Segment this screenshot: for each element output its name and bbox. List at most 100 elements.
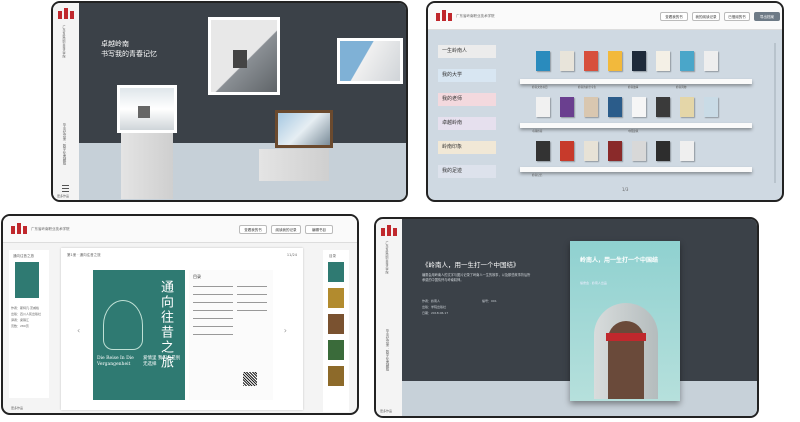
book-cover[interactable] (536, 97, 550, 117)
book-cover[interactable] (584, 51, 598, 71)
qr-code-icon (243, 372, 257, 386)
toc-page: 目录 (189, 270, 273, 400)
book-cover[interactable] (632, 141, 646, 161)
school-logo (436, 10, 452, 21)
page-thumbnail[interactable] (328, 262, 344, 282)
exhibit-sidebar: 广东省岭南职业技术学院 毕业纪念册 · 数字化典藏版 更多作品 (376, 219, 403, 416)
book-cover[interactable] (608, 51, 622, 71)
book-cover[interactable] (632, 97, 646, 117)
book-cover[interactable] (680, 97, 694, 117)
book-cover[interactable] (608, 141, 622, 161)
header-text: 广东省岭南职业技术学院 (456, 14, 495, 18)
page-thumbnail[interactable] (328, 366, 344, 386)
page-thumbnail[interactable] (328, 288, 344, 308)
book-caption: 岭南的前世今生 (578, 86, 597, 89)
book-cover[interactable] (536, 141, 550, 161)
meta-line: 日期：2018.06.17 (422, 311, 449, 315)
reading-area: 第1册 · 通向往昔之旅 11/24 ‹ › 通向往昔之旅 Die Reise … (61, 248, 303, 410)
book-info-column: 通向往昔之旅 作者：斯特凡·茨威格 出版：四川人民出版社 译者：梁锡江 页数：2… (9, 250, 49, 398)
page-number: 11/24 (286, 253, 297, 257)
page-thumbnail[interactable] (328, 314, 344, 334)
right-label: 目录 (329, 254, 336, 258)
book-caption: 中国建筑 (628, 130, 639, 133)
borrowed-books-button[interactable]: 已借阅的书 (724, 12, 750, 21)
shelf-1 (520, 79, 752, 84)
school-logo (11, 223, 27, 234)
gallery-panel: 广东省岭南职业技术学院 毕业纪念册 · 数字化典藏版 更多作品 卓越岭南 书写我… (51, 1, 408, 202)
book-cover[interactable] (584, 97, 598, 117)
reading-record-button[interactable]: 阅读我的记录 (271, 225, 301, 234)
menu-icon[interactable] (62, 185, 69, 192)
school-logo (58, 8, 74, 19)
book-cover[interactable] (680, 51, 694, 71)
title-line-2: 书写我的青春记忆 (101, 50, 157, 58)
book-cover[interactable] (704, 97, 718, 117)
info-line: 页数：280页 (11, 324, 29, 328)
book-cover[interactable] (560, 141, 574, 161)
pager[interactable]: 1/3 (622, 187, 628, 192)
more-works-label[interactable]: 更多作品 (11, 406, 23, 410)
exhibit-panel: 广东省岭南职业技术学院 毕业纪念册 · 数字化典藏版 更多作品 《岭南人，用一生… (374, 217, 759, 418)
exhibit-poster[interactable]: 岭南人，用一生打一个中国结 编委会 · 岭南人出品 (570, 241, 680, 401)
meta-line: 编号：001 (482, 299, 497, 303)
prev-page-arrow-icon[interactable]: ‹ (77, 326, 80, 335)
meta-line: 出版：学院出版社 (422, 305, 447, 309)
page-label: 第1册 · 通向往昔之旅 (67, 253, 101, 257)
tab-excellent-lingnan[interactable]: 卓越岭南 (438, 117, 496, 130)
school-logo (381, 225, 397, 236)
poster-arch (594, 303, 658, 399)
book-cover[interactable] (560, 51, 574, 71)
framed-photo-4[interactable] (275, 110, 333, 148)
book-cover[interactable] (560, 97, 574, 117)
edit-books-button[interactable]: 编辑书目 (305, 225, 333, 234)
book-caption: 岭南记忆 (532, 174, 543, 177)
book-caption: 卓越岭南 (532, 130, 543, 133)
book-cover[interactable] (536, 51, 550, 71)
more-works-label[interactable]: 更多作品 (57, 194, 69, 198)
more-works-label[interactable]: 更多作品 (380, 409, 392, 413)
logo-text: 广东省岭南职业技术学院 (385, 241, 389, 274)
book-cover[interactable] (680, 141, 694, 161)
tab-my-footprint[interactable]: 我的足迹 (438, 165, 496, 178)
tab-lingnan-life[interactable]: 一生岭南人 (438, 45, 496, 58)
shelf-3 (520, 167, 752, 172)
scrollbar[interactable] (774, 43, 776, 183)
book-cover[interactable] (584, 141, 598, 161)
exhibit-title: 《岭南人，用一生打一个中国结》 (422, 261, 520, 269)
poster-subtitle: 编委会 · 岭南人出品 (580, 281, 607, 285)
book-caption: 岭南风物 (676, 86, 687, 89)
thumb-label: 通向往昔之旅 (13, 254, 34, 258)
next-page-arrow-icon[interactable]: › (284, 326, 287, 335)
view-my-book-button[interactable]: 查看我的书 (239, 225, 267, 234)
reading-record-button[interactable]: 我的阅读记录 (692, 12, 720, 21)
book-cover[interactable] (656, 97, 670, 117)
shelf-2 (520, 123, 752, 128)
framed-photo-3[interactable] (117, 85, 177, 133)
page-thumbnail[interactable] (328, 340, 344, 360)
book-cover[interactable] (656, 141, 670, 161)
cover-subtitle: 爱情里 我们总是别无选择 (143, 356, 181, 367)
reader-header: 广东省岭南职业技术学院 查看我的书 阅读我的记录 编辑书目 (3, 216, 357, 243)
book-cover[interactable] (632, 51, 646, 71)
pedestal-left (121, 133, 173, 199)
book-thumbnail[interactable] (15, 262, 39, 298)
toc-header: 目录 (193, 274, 201, 279)
framed-photo-2[interactable] (337, 38, 403, 84)
pedestal-right (259, 149, 329, 181)
title-line-1: 卓越岭南 (101, 40, 129, 48)
info-line: 作者：斯特凡·茨威格 (11, 306, 39, 310)
tab-lingnan-impression[interactable]: 岭南印象 (438, 141, 496, 154)
tab-my-university[interactable]: 我的大学 (438, 69, 496, 82)
vertical-caption: 毕业纪念册 · 数字化典藏版 (63, 123, 67, 165)
view-my-book-button[interactable]: 查看我的书 (660, 12, 688, 21)
book-caption: 岭南故事 (628, 86, 639, 89)
framed-photo-1[interactable] (208, 17, 280, 95)
bookshelf-panel: 广东省岭南职业技术学院 查看我的书 我的阅读记录 已借阅的书 导出档案 一生岭南… (426, 1, 784, 202)
book-cover[interactable] (608, 97, 622, 117)
reader-panel: 广东省岭南职业技术学院 查看我的书 阅读我的记录 编辑书目 通向往昔之旅 作者：… (1, 214, 359, 415)
book-cover-page: 通向往昔之旅 Die Reise In Die Vergangenheit 爱情… (93, 270, 185, 400)
book-cover[interactable] (704, 51, 718, 71)
export-button[interactable]: 导出档案 (754, 12, 780, 21)
tab-my-teachers[interactable]: 我的老师 (438, 93, 496, 106)
book-cover[interactable] (656, 51, 670, 71)
